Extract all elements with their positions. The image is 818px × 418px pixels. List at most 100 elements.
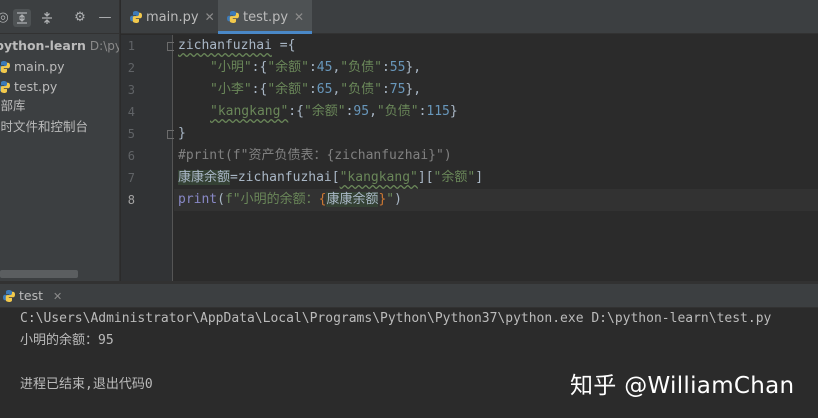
code-token: "kangkang": [339, 170, 418, 185]
python-file-icon: [130, 10, 142, 23]
line-number: 7: [127, 171, 135, 185]
code-token: :: [381, 82, 390, 97]
python-file-icon: [0, 60, 11, 73]
code-token: "余额": [267, 60, 309, 75]
python-file-icon: [0, 80, 11, 93]
code-editor[interactable]: zichanfuzhai ={ "小明":{"余额":45,"负债":55}, …: [174, 35, 818, 281]
close-icon[interactable]: ✕: [53, 290, 62, 303]
code-token: },: [405, 82, 422, 97]
line-number: 8: [127, 193, 135, 207]
tab-main-py[interactable]: main.py ✕: [121, 0, 223, 34]
code-token: ,: [369, 104, 377, 119]
code-token: "小明": [210, 60, 252, 75]
code-token: "kangkang": [210, 104, 289, 119]
code-token: "负债": [340, 60, 382, 75]
horizontal-scrollbar[interactable]: [0, 270, 78, 278]
run-tab-label: test: [19, 288, 44, 303]
code-token: "小李": [210, 82, 252, 97]
code-token: 95: [353, 104, 370, 119]
tree-item-label: 外部库: [0, 98, 26, 113]
editor-gutter[interactable]: 1 2 3 4 5 6 7 8: [121, 35, 175, 281]
code-line-3: "小李":{"余额":65,"负债":75},: [210, 79, 421, 101]
code-token: 康康余额: [178, 170, 231, 185]
tree-scratches[interactable]: 临时文件和控制台: [0, 117, 88, 137]
code-token: 45: [316, 60, 333, 75]
code-token: :{: [251, 82, 268, 97]
code-line-2: "小明":{"余额":45,"负债":55},: [210, 57, 421, 79]
expand-all-icon[interactable]: [13, 9, 31, 27]
code-token: "余额": [433, 170, 476, 185]
python-run-icon: [3, 289, 16, 302]
project-root-label: python-learn: [0, 38, 86, 53]
code-token: :: [308, 82, 317, 97]
tree-item-label: 临时文件和控制台: [0, 119, 89, 134]
code-line-4: "kangkang":{"余额":95,"负债":115}: [210, 101, 458, 123]
code-token: zichanfuzhai: [178, 38, 272, 53]
code-line-5: }: [178, 123, 186, 145]
code-line-8: print(f"小明的余额：{康康余额}"): [178, 189, 402, 211]
code-token: 115: [426, 104, 450, 119]
watermark: 知乎 @WilliamChan: [570, 373, 795, 399]
close-icon[interactable]: ✕: [205, 10, 215, 24]
tree-file-main[interactable]: main.py: [0, 57, 65, 77]
project-toolbar: ◎ ⚙ —: [0, 0, 119, 34]
project-root-item[interactable]: python-learnD:\pyth: [0, 36, 119, 56]
tab-test-py[interactable]: test.py ✕: [218, 0, 313, 34]
run-tab-test[interactable]: test ✕: [2, 284, 62, 308]
code-token: :: [381, 60, 390, 75]
line-number: 2: [127, 61, 135, 75]
code-token: "余额": [267, 82, 309, 97]
editor-tab-bar: main.py ✕ test.py ✕: [121, 0, 818, 34]
code-token: ]: [475, 170, 484, 185]
run-panel-header: test ✕: [0, 284, 818, 308]
code-token: },: [405, 60, 422, 75]
console-line: 小明的余额：95: [20, 333, 114, 348]
code-token: }: [449, 104, 458, 119]
code-comment: #print(f"资产负债表：{zichanfuzhai}"): [178, 148, 452, 163]
code-token: 康康余额: [326, 192, 379, 207]
code-token: (: [217, 192, 225, 207]
line-number: 5: [127, 127, 135, 141]
tab-label: main.py: [146, 10, 199, 25]
code-line-6: #print(f"资产负债表：{zichanfuzhai}"): [178, 145, 452, 167]
console-line: C:\Users\Administrator\AppData\Local\Pro…: [20, 311, 772, 326]
line-number: 6: [127, 149, 135, 163]
code-token: 55: [389, 60, 406, 75]
code-token: ][: [417, 170, 434, 185]
code-token: :{: [288, 104, 304, 119]
code-token: }: [178, 126, 186, 141]
code-token: print: [178, 192, 218, 207]
console-line: 进程已结束,退出代码0: [20, 377, 153, 392]
code-line-7: 康康余额=zichanfuzhai["kangkang"]["余额"]: [178, 167, 483, 189]
code-token: 65: [316, 82, 333, 97]
code-token: f"小明的余额：: [224, 192, 319, 207]
code-token: ={: [271, 38, 296, 53]
target-icon[interactable]: ◎: [0, 9, 12, 27]
close-icon[interactable]: ✕: [294, 10, 304, 24]
tree-file-label: test.py: [14, 79, 58, 94]
tab-label: test.py: [243, 10, 289, 25]
tree-external-libraries[interactable]: 外部库: [0, 96, 26, 116]
code-token: =zichanfuzhai[: [230, 170, 340, 185]
line-number: 3: [127, 83, 135, 97]
gear-icon[interactable]: ⚙: [71, 9, 89, 27]
code-token: "负债": [340, 82, 382, 97]
collapse-all-icon[interactable]: [38, 9, 56, 27]
code-token: 75: [389, 82, 406, 97]
code-token: "余额": [303, 104, 346, 119]
minimize-icon[interactable]: —: [96, 9, 114, 27]
project-panel: ◎ ⚙ — python-learnD:\pyth main.py test.p…: [0, 0, 120, 282]
tree-file-test[interactable]: test.py: [0, 77, 57, 97]
code-token: ): [394, 192, 402, 207]
code-token: "负债": [376, 104, 419, 119]
line-number: 4: [127, 105, 135, 119]
python-file-icon: [227, 10, 239, 23]
project-root-path: D:\pyth: [89, 39, 119, 53]
code-token: :: [308, 60, 317, 75]
code-line-1: zichanfuzhai ={: [178, 35, 295, 57]
tree-file-label: main.py: [14, 59, 65, 74]
line-number: 1: [127, 39, 135, 53]
code-token: ": [386, 192, 395, 207]
run-console[interactable]: C:\Users\Administrator\AppData\Local\Pro…: [0, 308, 818, 418]
code-token: :{: [251, 60, 268, 75]
